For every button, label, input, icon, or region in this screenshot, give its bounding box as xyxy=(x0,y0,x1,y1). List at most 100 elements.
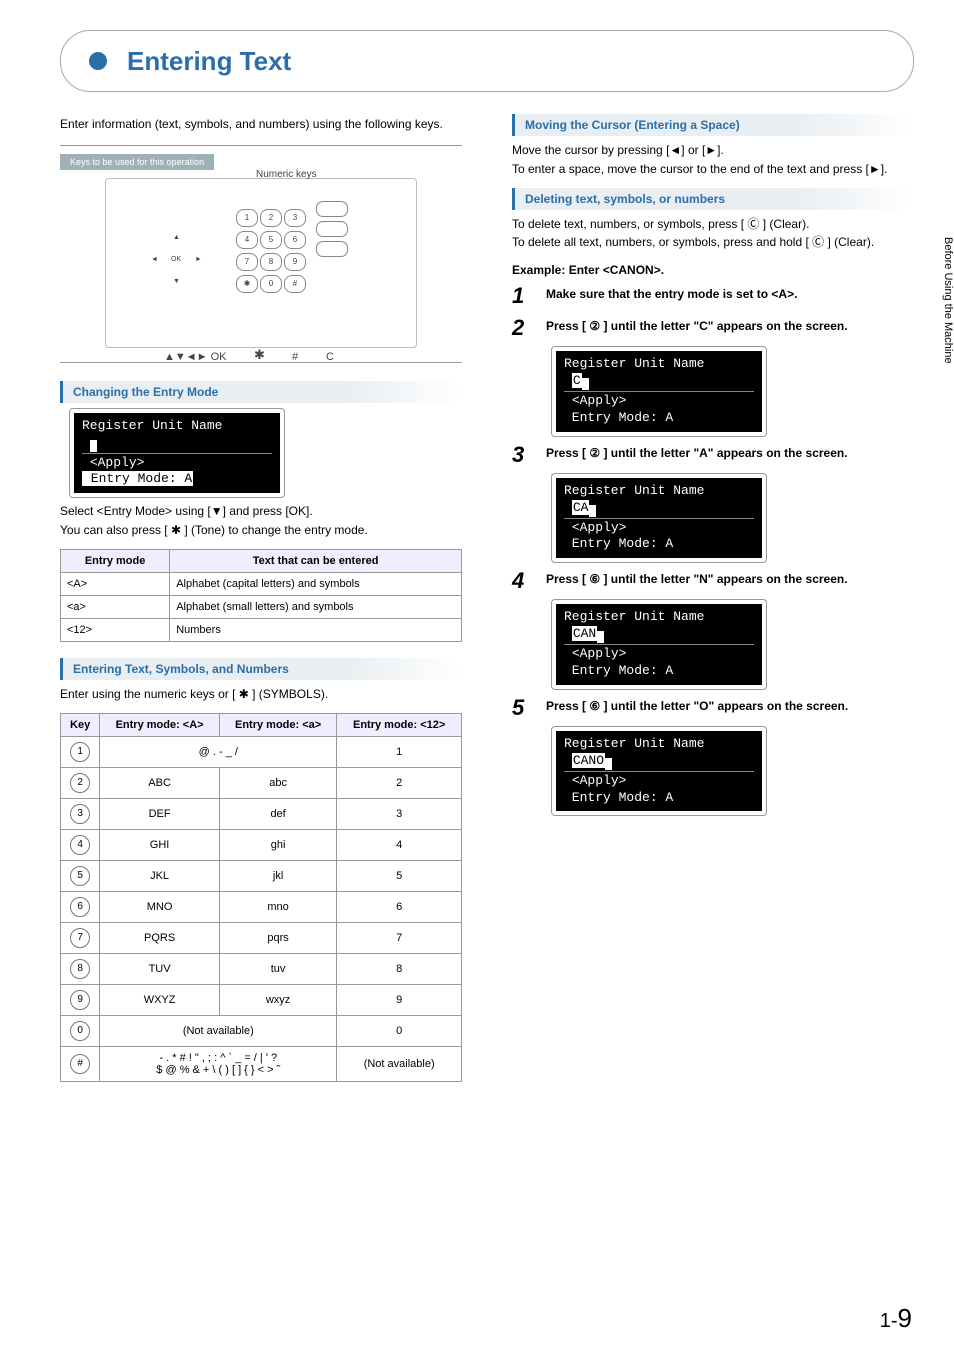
table-row: 3 DEF def 3 xyxy=(61,798,462,829)
deleting-line2: To delete all text, numbers, or symbols,… xyxy=(512,234,914,251)
lcd-typed xyxy=(82,435,272,452)
lcd-mode: Entry Mode: A xyxy=(564,790,754,807)
table-row: <a> Alphabet (small letters) and symbols xyxy=(61,595,462,618)
table-row: 2 ABC abc 2 xyxy=(61,767,462,798)
lcd-apply: <Apply> xyxy=(564,393,754,410)
key-8-icon: 8 xyxy=(70,959,90,979)
lcd-apply: <Apply> xyxy=(82,455,272,472)
key-5-icon: 5 xyxy=(70,866,90,886)
table-row: 9 WXYZ wxyz 9 xyxy=(61,984,462,1015)
table-row: 0 (Not available) 0 xyxy=(61,1015,462,1046)
page-number: 1-9 xyxy=(880,1303,912,1334)
lcd-step-3: Register Unit Name CA <Apply> Entry Mode… xyxy=(552,474,766,563)
lcd-typed: C xyxy=(572,373,582,388)
lcd-apply: <Apply> xyxy=(564,773,754,790)
entering-text-heading: Entering Text, Symbols, and Numbers xyxy=(60,658,462,680)
lcd-apply: <Apply> xyxy=(564,646,754,663)
key-entry-table: Key Entry mode: <A> Entry mode: <a> Entr… xyxy=(60,713,462,1082)
key-4-icon: 4 xyxy=(70,835,90,855)
panel-keys-bar: Keys to be used for this operation xyxy=(60,154,214,170)
key-9-icon: 9 xyxy=(70,990,90,1010)
numeric-keys-label: Numeric keys xyxy=(256,169,317,180)
lcd-mode: Entry Mode: A xyxy=(82,471,193,486)
step-2-text: Press [ ② ] until the letter "C" appears… xyxy=(546,315,848,335)
lcd-title: Register Unit Name xyxy=(564,609,754,626)
lcd-title: Register Unit Name xyxy=(564,483,754,500)
key-6-icon: 6 xyxy=(70,897,90,917)
deleting-heading: Deleting text, symbols, or numbers xyxy=(512,188,914,210)
right-column: Moving the Cursor (Entering a Space) Mov… xyxy=(512,108,914,1098)
lcd-step-4: Register Unit Name CAN <Apply> Entry Mod… xyxy=(552,600,766,689)
key-7-icon: 7 xyxy=(70,928,90,948)
table-row: 6 MNO mno 6 xyxy=(61,891,462,922)
change-mode-note1: Select <Entry Mode> using [▼] and press … xyxy=(60,503,462,520)
moving-cursor-heading: Moving the Cursor (Entering a Space) xyxy=(512,114,914,136)
lcd-mode: Entry Mode: A xyxy=(564,410,754,427)
lcd-change-mode: Register Unit Name <Apply> Entry Mode: A xyxy=(70,409,284,498)
step-4-text: Press [ ⑥ ] until the letter "N" appears… xyxy=(546,568,848,588)
step-5: 5 Press [ ⑥ ] until the letter "O" appea… xyxy=(512,695,914,721)
entry-mode-th1: Entry mode xyxy=(61,549,170,572)
lcd-typed: CA xyxy=(572,500,590,515)
lcd-title: Register Unit Name xyxy=(564,356,754,373)
key-3-icon: 3 xyxy=(70,804,90,824)
table-row: 7 PQRS pqrs 7 xyxy=(61,922,462,953)
lcd-typed: CANO xyxy=(572,753,605,768)
title-bar: Entering Text xyxy=(60,30,914,92)
hash-key-label: # xyxy=(292,351,298,363)
title-bullet-icon xyxy=(89,52,107,70)
table-row: <A> Alphabet (capital letters) and symbo… xyxy=(61,572,462,595)
lcd-title: Register Unit Name xyxy=(564,736,754,753)
right-buttons-icon xyxy=(316,201,348,257)
moving-cursor-line1: Move the cursor by pressing [◄] or [►]. xyxy=(512,142,914,159)
page-title: Entering Text xyxy=(127,46,291,77)
lcd-step-2: Register Unit Name C <Apply> Entry Mode:… xyxy=(552,347,766,436)
arrow-pad-icon: ▲ ▼ ◄ ► OK xyxy=(151,234,211,294)
lcd-mode: Entry Mode: A xyxy=(564,536,754,553)
star-key-label: ✱ xyxy=(254,347,265,363)
key-hash-icon: # xyxy=(70,1054,90,1074)
table-row: 8 TUV tuv 8 xyxy=(61,953,462,984)
step-1-text: Make sure that the entry mode is set to … xyxy=(546,283,797,303)
numeric-keypad-icon: 123 456 789 ✱0# xyxy=(236,209,304,293)
table-row: # - . * # ! " , ; : ^ ` _ = / | ' ? $ @ … xyxy=(61,1046,462,1081)
side-tab: Before Using the Machine xyxy=(932,200,954,390)
key-th-12: Entry mode: <12> xyxy=(337,713,462,736)
key-1-icon: 1 xyxy=(70,742,90,762)
lcd-typed: CAN xyxy=(572,626,597,641)
arrows-keys-label: ▲▼◄► OK xyxy=(164,351,227,363)
entry-mode-th2: Text that can be entered xyxy=(170,549,462,572)
step-number: 1 xyxy=(512,283,532,309)
table-row: <12> Numbers xyxy=(61,618,462,641)
entry-mode-table: Entry mode Text that can be entered <A> … xyxy=(60,549,462,642)
step-number: 2 xyxy=(512,315,532,341)
step-number: 4 xyxy=(512,568,532,594)
lcd-title: Register Unit Name xyxy=(82,418,272,435)
table-row: 1 @ . - _ / 1 xyxy=(61,736,462,767)
lcd-apply: <Apply> xyxy=(564,520,754,537)
change-mode-note2: You can also press [ ✱ ] (Tone) to chang… xyxy=(60,522,462,539)
key-th-a: Entry mode: <a> xyxy=(219,713,336,736)
lcd-step-5: Register Unit Name CANO <Apply> Entry Mo… xyxy=(552,727,766,816)
entering-text-note: Enter using the numeric keys or [ ✱ ] (S… xyxy=(60,686,462,703)
panel-diagram-graphic: Numeric keys 123 456 789 ✱0# ▲ ▼ ◄ ► OK xyxy=(105,178,417,348)
step-number: 3 xyxy=(512,442,532,468)
key-0-icon: 0 xyxy=(70,1021,90,1041)
page: Before Using the Machine Entering Text E… xyxy=(0,0,954,1350)
control-panel-diagram: Keys to be used for this operation Numer… xyxy=(60,145,462,363)
clear-key-label: C xyxy=(326,351,334,363)
step-3-text: Press [ ② ] until the letter "A" appears… xyxy=(546,442,848,462)
table-row: 5 JKL jkl 5 xyxy=(61,860,462,891)
moving-cursor-line2: To enter a space, move the cursor to the… xyxy=(512,161,914,178)
deleting-line1: To delete text, numbers, or symbols, pre… xyxy=(512,216,914,233)
step-number: 5 xyxy=(512,695,532,721)
table-row: 4 GHI ghi 4 xyxy=(61,829,462,860)
key-th-A: Entry mode: <A> xyxy=(100,713,220,736)
step-2: 2 Press [ ② ] until the letter "C" appea… xyxy=(512,315,914,341)
key-2-icon: 2 xyxy=(70,773,90,793)
key-th-key: Key xyxy=(61,713,100,736)
lcd-mode: Entry Mode: A xyxy=(564,663,754,680)
changing-entry-mode-heading: Changing the Entry Mode xyxy=(60,381,462,403)
left-column: Enter information (text, symbols, and nu… xyxy=(60,108,462,1098)
example-heading: Example: Enter <CANON>. xyxy=(512,263,914,277)
